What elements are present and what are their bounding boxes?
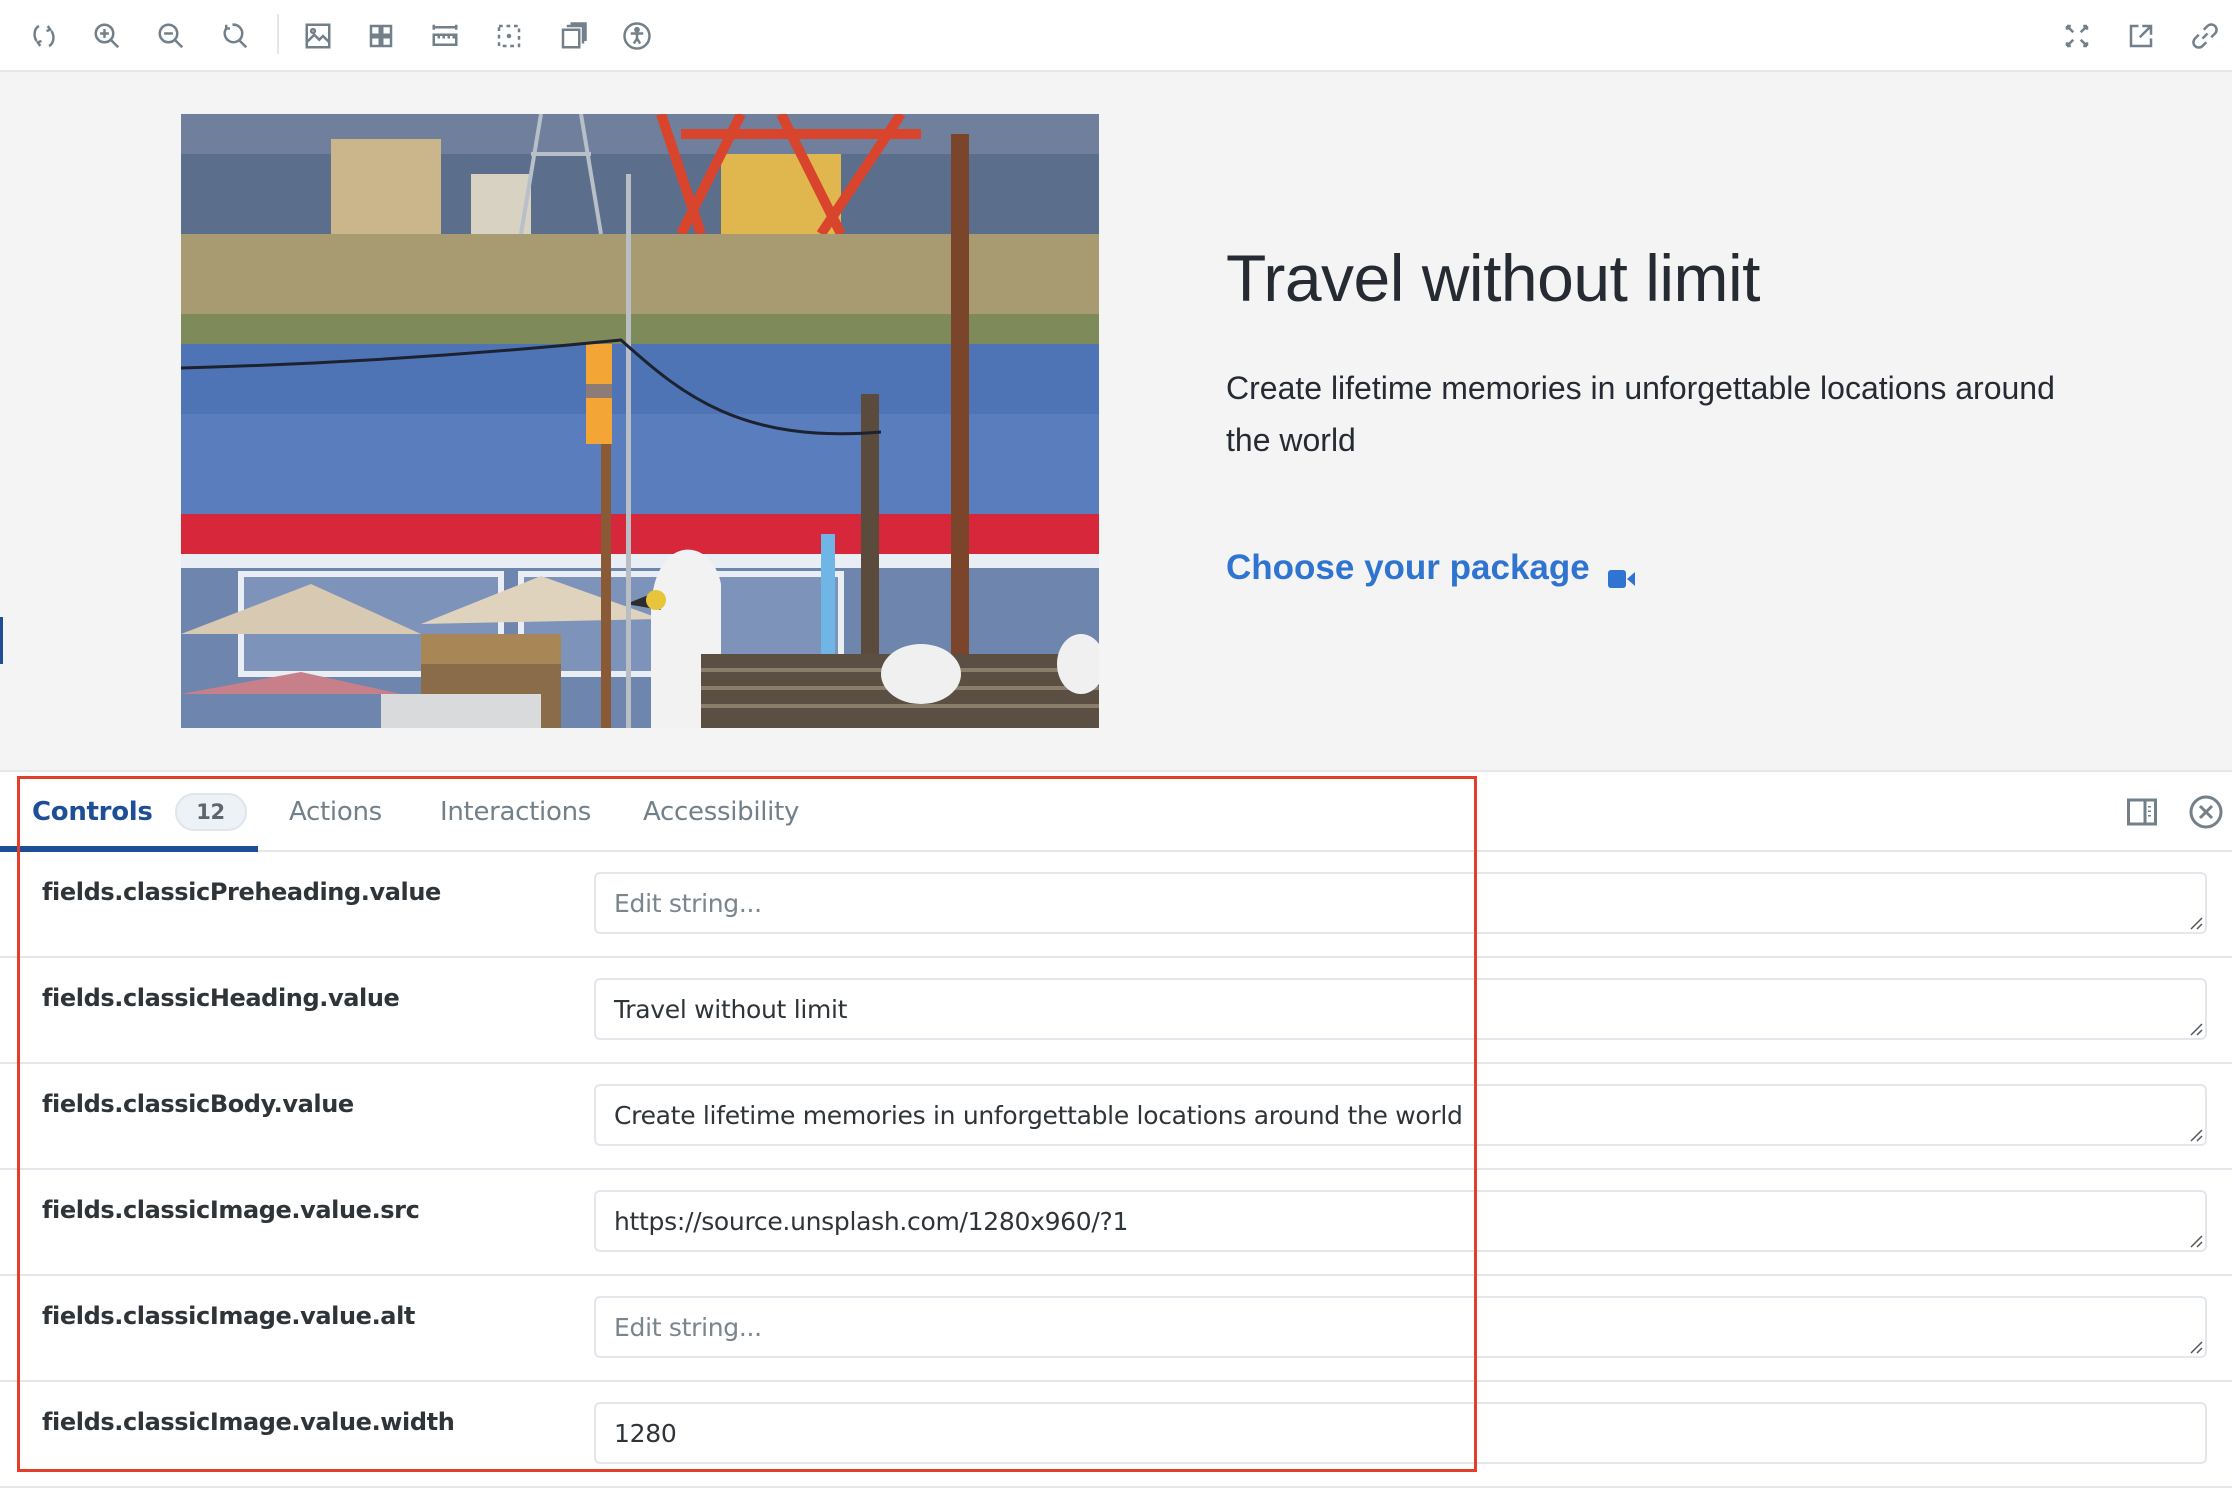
hero-photo — [181, 114, 1099, 728]
fullscreen-icon — [2065, 24, 2089, 48]
addons-panel: Controls 12 Actions Interactions Accessi… — [0, 772, 2232, 1494]
outline-button[interactable] — [487, 14, 531, 58]
measure-button[interactable] — [423, 14, 467, 58]
image-width-input[interactable]: 1280 — [594, 1402, 2207, 1464]
body-input[interactable]: Create lifetime memories in unforgettabl… — [594, 1084, 2207, 1146]
control-row: fields.classicPreheading.value Edit stri… — [0, 852, 2232, 958]
viewport-icon — [561, 22, 587, 49]
accessibility-icon — [623, 22, 651, 50]
control-row: fields.classicImage.value.width 1280 — [0, 1382, 2232, 1488]
tab-accessibility[interactable]: Accessibility — [643, 772, 799, 852]
choose-package-label: Choose your package — [1226, 548, 1590, 587]
resize-grip-icon[interactable] — [2189, 1128, 2203, 1142]
open-new-tab-icon — [2129, 24, 2153, 48]
toolbar-divider — [277, 14, 279, 54]
close-panel-button[interactable] — [2188, 794, 2224, 830]
copy-link-button[interactable] — [2183, 14, 2227, 58]
viewport-button[interactable] — [551, 14, 595, 58]
hero-heading: Travel without limit — [1226, 241, 1761, 315]
body-input-value: Create lifetime memories in unforgettabl… — [614, 1100, 1463, 1130]
heading-input[interactable]: Travel without limit — [594, 978, 2207, 1040]
control-label: fields.classicImage.value.src — [42, 1196, 420, 1224]
tab-actions[interactable]: Actions — [289, 772, 382, 852]
preview-toolbar — [0, 0, 2232, 72]
image-src-input-value: https://source.unsplash.com/1280x960/?1 — [614, 1206, 1129, 1236]
open-new-tab-button[interactable] — [2119, 14, 2163, 58]
control-label: fields.classicHeading.value — [42, 984, 400, 1012]
image-src-input[interactable]: https://source.unsplash.com/1280x960/?1 — [594, 1190, 2207, 1252]
background-button[interactable] — [296, 14, 340, 58]
control-label: fields.classicPreheading.value — [42, 878, 441, 906]
grid-button[interactable] — [359, 14, 403, 58]
resize-grip-icon[interactable] — [2189, 1234, 2203, 1248]
fullscreen-button[interactable] — [2055, 14, 2099, 58]
hero-body-text: Create lifetime memories in unforgettabl… — [1226, 370, 2055, 458]
ruler-icon — [432, 24, 458, 46]
preheading-input[interactable]: Edit string... — [594, 872, 2207, 934]
control-row: fields.classicImage.value.alt Edit strin… — [0, 1276, 2232, 1382]
outline-icon — [497, 24, 521, 48]
resize-grip-icon[interactable] — [2189, 1340, 2203, 1354]
hero-image — [181, 114, 1099, 728]
resize-grip-icon[interactable] — [2189, 916, 2203, 930]
tab-controls-label: Controls — [32, 797, 153, 827]
zoom-out-icon — [158, 23, 184, 49]
video-camera-icon — [1607, 558, 1636, 588]
control-label: fields.classicImage.value.width — [42, 1408, 455, 1436]
tab-interactions[interactable]: Interactions — [440, 772, 591, 852]
component-preview: Travel without limit Create lifetime mem… — [0, 72, 2232, 772]
zoom-out-button[interactable] — [149, 14, 193, 58]
zoom-in-button[interactable] — [85, 14, 129, 58]
panel-orientation-button[interactable] — [2124, 794, 2160, 830]
copy-link-icon — [2192, 23, 2218, 49]
vision-simulator-button[interactable] — [615, 14, 659, 58]
reload-button[interactable] — [22, 14, 66, 58]
control-row: fields.classicImage.value.src https://so… — [0, 1170, 2232, 1276]
choose-package-link[interactable]: Choose your package — [1226, 548, 1636, 588]
close-icon — [2189, 795, 2223, 829]
sidebar-layout-icon — [2127, 798, 2157, 826]
image-width-input-value: 1280 — [614, 1418, 677, 1448]
tab-controls[interactable]: Controls 12 — [32, 772, 247, 852]
resize-grip-icon[interactable] — [2189, 1022, 2203, 1036]
zoom-reset-button[interactable] — [213, 14, 257, 58]
controls-count-badge: 12 — [174, 793, 247, 831]
heading-input-value: Travel without limit — [614, 994, 848, 1024]
control-label: fields.classicBody.value — [42, 1090, 354, 1118]
image-alt-input[interactable]: Edit string... — [594, 1296, 2207, 1358]
control-row: fields.classicBody.value Create lifetime… — [0, 1064, 2232, 1170]
sidebar-resize-handle[interactable] — [0, 617, 3, 664]
zoom-reset-icon — [223, 23, 248, 49]
control-label: fields.classicImage.value.alt — [42, 1302, 415, 1330]
reload-icon — [33, 24, 55, 48]
zoom-in-icon — [94, 23, 120, 49]
grid-icon — [369, 24, 393, 48]
background-image-icon — [305, 23, 331, 49]
addons-tabs: Controls 12 Actions Interactions Accessi… — [0, 772, 2232, 852]
control-row: fields.classicHeading.value Travel witho… — [0, 958, 2232, 1064]
